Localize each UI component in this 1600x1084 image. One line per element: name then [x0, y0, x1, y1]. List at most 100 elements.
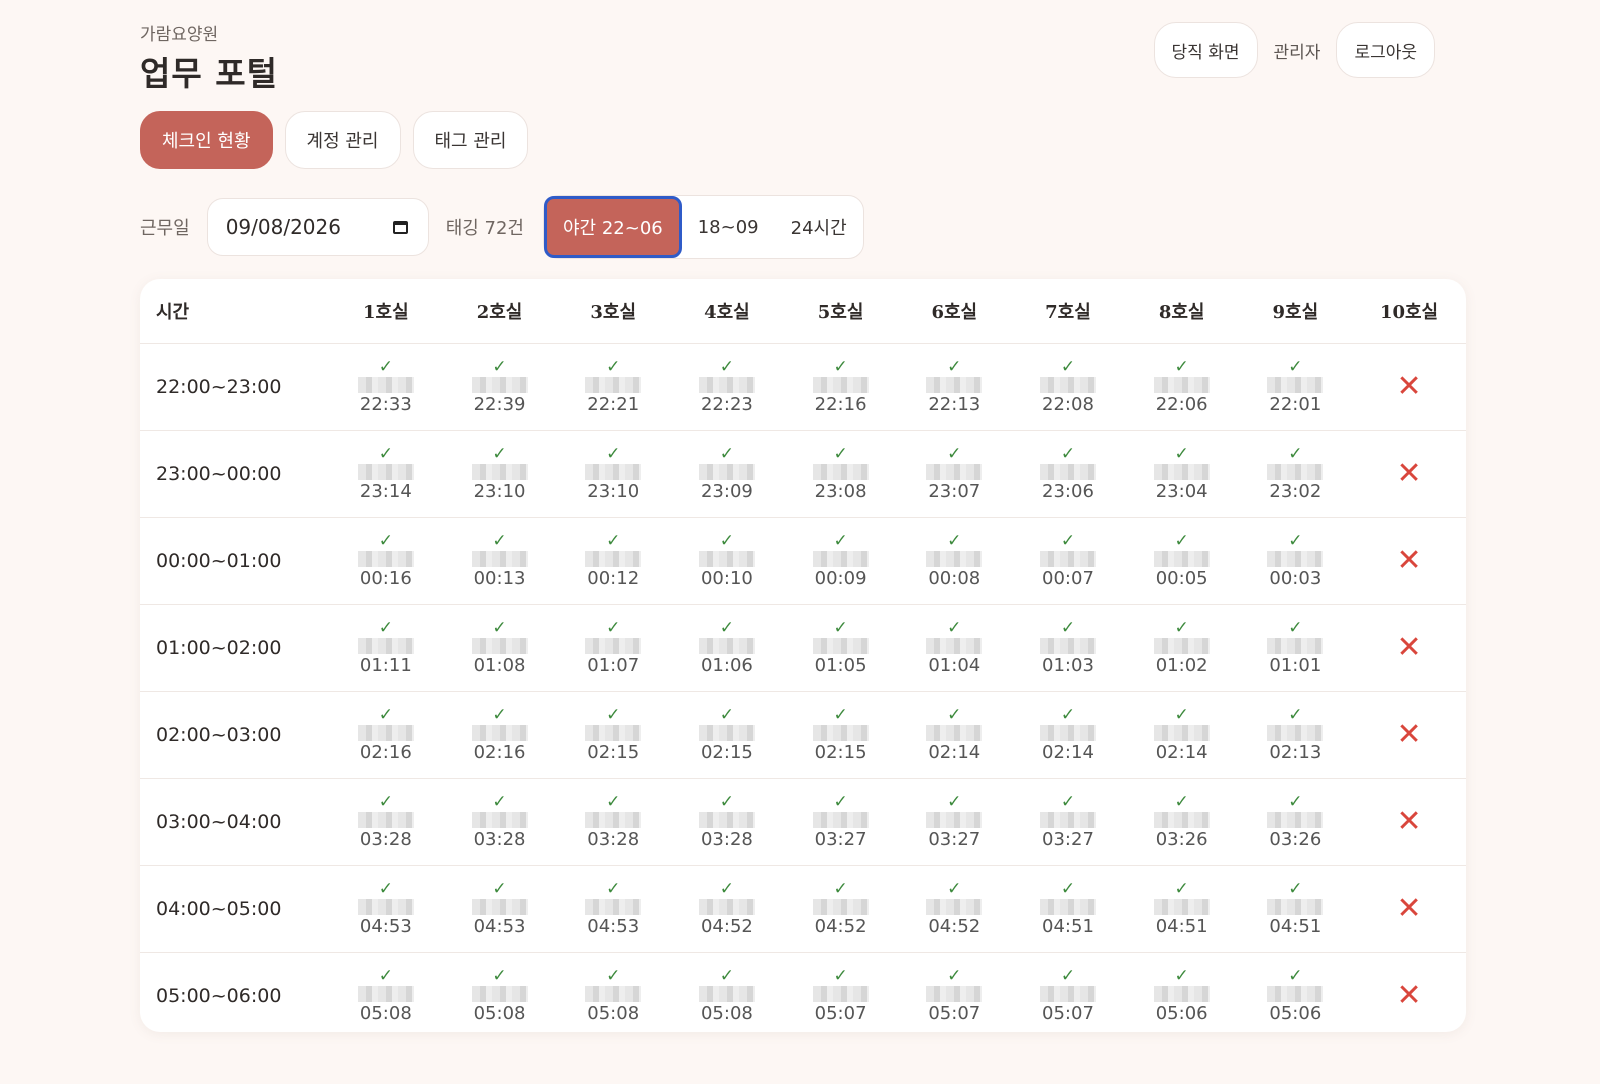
tab-tag-management[interactable]: 태그 관리	[412, 111, 529, 169]
checkin-cell: ✓ 23:14	[329, 446, 443, 502]
checkmark-icon: ✓	[1288, 879, 1303, 899]
range-18-09[interactable]: 18~09	[682, 196, 775, 258]
checkin-cell: ✓ 00:08	[897, 533, 1011, 589]
checkmark-icon: ✓	[606, 705, 621, 725]
range-night[interactable]: 야간 22~06	[544, 196, 682, 258]
redacted-name	[698, 464, 755, 480]
checkin-cell: ✓ 01:11	[329, 620, 443, 676]
room-column-header: 7호실	[1045, 302, 1091, 323]
redacted-name	[1267, 899, 1324, 915]
checkmark-icon: ✓	[1174, 531, 1189, 551]
checkmark-icon: ✓	[947, 357, 962, 377]
redacted-name	[1153, 551, 1210, 567]
checkmark-icon: ✓	[833, 879, 848, 899]
range-24h[interactable]: 24시간	[775, 196, 863, 258]
checkmark-icon: ✓	[719, 879, 735, 899]
redacted-name	[1267, 986, 1324, 1002]
tab-checkin-status[interactable]: 체크인 현황	[140, 111, 273, 169]
table-row: 02:00~03:00 ✓ 02:16 ✓ 02:16 ✓ 02:15 ✓ 02:15 ✓ 02:1…	[140, 692, 1466, 779]
table-row: 01:00~02:00 ✓ 01:11 ✓ 01:08 ✓ 01:07 ✓ 01:06 ✓ 01:0…	[140, 605, 1466, 692]
duty-screen-button[interactable]: 당직 화면	[1153, 22, 1258, 78]
redacted-name	[471, 638, 528, 654]
checkin-time: 23:10	[473, 481, 526, 502]
checkin-time: 00:07	[1042, 568, 1094, 589]
logout-button[interactable]: 로그아웃	[1336, 22, 1435, 78]
redacted-name	[585, 377, 642, 393]
redacted-name	[1039, 986, 1096, 1002]
checkin-time: 02:14	[1042, 742, 1094, 763]
redacted-name	[1153, 377, 1210, 393]
redacted-name	[1039, 638, 1096, 654]
redacted-name	[926, 551, 983, 567]
main-tabs: 체크인 현황 계정 관리 태그 관리	[140, 111, 529, 169]
checkin-time: 05:06	[1269, 1003, 1322, 1024]
checkmark-icon: ✓	[378, 792, 393, 812]
checkin-time: 01:11	[359, 655, 412, 676]
redacted-name	[698, 986, 755, 1002]
tag-count: 태깅 72건	[445, 218, 524, 239]
tab-account-management[interactable]: 계정 관리	[284, 111, 401, 169]
checkmark-icon: ✓	[1288, 444, 1303, 464]
redacted-name	[926, 638, 983, 654]
checkmark-icon: ✓	[378, 531, 393, 551]
checkin-time: 04:51	[1042, 916, 1094, 937]
checkmark-icon: ✓	[719, 357, 735, 377]
checkin-time: 03:28	[700, 829, 753, 850]
checkin-cell: ✓ 22:08	[1011, 359, 1125, 415]
redacted-name	[698, 638, 755, 654]
checkin-cell: ✓ 04:52	[670, 881, 784, 937]
table-row: 23:00~00:00 ✓ 23:14 ✓ 23:10 ✓ 23:10 ✓ 23:09 ✓ 23:0…	[140, 431, 1466, 518]
redacted-name	[926, 986, 983, 1002]
checkin-cell: ✓ 00:16	[329, 533, 443, 589]
checkin-cell: ✓ 00:13	[443, 533, 557, 589]
checkin-cell: ✓ 01:07	[556, 620, 670, 676]
room-column-header: 4호실	[704, 302, 750, 323]
checkin-cell: ✓ 03:28	[329, 794, 443, 850]
checkin-time: 05:08	[473, 1003, 526, 1024]
date-value: 09/08/2026	[225, 215, 341, 239]
checkin-time: 03:27	[1042, 829, 1094, 850]
checkin-time: 05:07	[814, 1003, 867, 1024]
checkin-cell: ✓ 23:02	[1239, 446, 1353, 502]
x-icon: ✕	[1396, 804, 1422, 839]
redacted-name	[1153, 725, 1210, 741]
checkmark-icon: ✓	[833, 444, 848, 464]
checkin-cell: ✓ 22:06	[1125, 359, 1239, 415]
checkin-time: 22:16	[814, 394, 867, 415]
checkmark-icon: ✓	[947, 705, 962, 725]
checkmark-icon: ✓	[1060, 705, 1076, 725]
redacted-name	[1267, 551, 1324, 567]
checkmark-icon: ✓	[833, 531, 848, 551]
redacted-name	[357, 986, 414, 1002]
checkin-time: 22:01	[1269, 394, 1322, 415]
checkin-time: 22:23	[700, 394, 753, 415]
filter-bar: 근무일 09/08/2026 태깅 72건 야간 22~06 18~09 24시…	[140, 195, 864, 259]
checkin-cell: ✓ 04:52	[784, 881, 898, 937]
checkin-cell: ✓ 22:39	[443, 359, 557, 415]
checkmark-icon: ✓	[1060, 618, 1076, 638]
checkin-cell: ✕	[1352, 372, 1466, 402]
checkmark-icon: ✓	[1288, 705, 1303, 725]
redacted-name	[1039, 812, 1096, 828]
redacted-name	[926, 812, 983, 828]
checkin-cell: ✓ 04:53	[329, 881, 443, 937]
x-icon: ✕	[1396, 717, 1422, 752]
checkmark-icon: ✓	[719, 966, 735, 986]
user-role: 관리자	[1273, 42, 1321, 63]
redacted-name	[471, 377, 528, 393]
redacted-name	[926, 464, 983, 480]
checkmark-icon: ✓	[492, 792, 507, 812]
checkin-cell: ✓ 23:10	[556, 446, 670, 502]
checkin-time: 02:16	[359, 742, 412, 763]
checkin-cell: ✓ 04:52	[897, 881, 1011, 937]
checkin-cell: ✓ 23:06	[1011, 446, 1125, 502]
checkin-time: 00:09	[814, 568, 867, 589]
date-input[interactable]: 09/08/2026	[206, 198, 429, 256]
checkin-cell: ✓ 04:51	[1011, 881, 1125, 937]
checkin-time: 23:09	[700, 481, 753, 502]
checkin-cell: ✓ 00:09	[784, 533, 898, 589]
checkin-cell: ✓ 04:53	[443, 881, 557, 937]
calendar-icon[interactable]	[392, 219, 410, 236]
redacted-name	[1267, 812, 1324, 828]
checkin-time: 04:53	[587, 916, 640, 937]
